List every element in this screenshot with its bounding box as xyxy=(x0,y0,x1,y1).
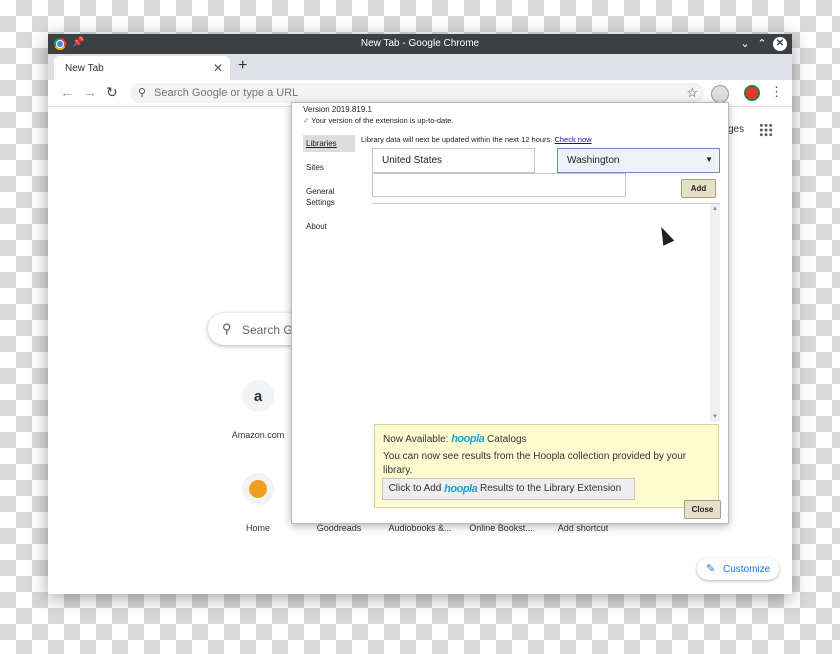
click-to-add-text: Click to Add xyxy=(388,483,442,494)
apps-grid-icon[interactable] xyxy=(759,123,773,137)
scroll-down-icon[interactable]: ▼ xyxy=(710,414,720,420)
minimize-icon[interactable]: ⌄ xyxy=(737,36,753,52)
home-icon xyxy=(242,473,274,505)
address-placeholder: Search Google or type a URL xyxy=(154,87,299,99)
library-input[interactable] xyxy=(372,173,626,197)
shortcut-label: Goodreads xyxy=(316,523,362,533)
reload-icon[interactable]: ↻ xyxy=(106,84,118,101)
back-icon[interactable]: ← xyxy=(60,84,74,100)
state-value: Washington xyxy=(567,155,620,166)
new-tab-button[interactable]: + xyxy=(238,57,247,75)
pencil-icon: ✎ xyxy=(706,563,716,575)
nav-libraries[interactable]: Libraries xyxy=(303,135,355,152)
menu-icon[interactable]: ⋮ xyxy=(770,84,783,100)
close-tab-icon[interactable]: ✕ xyxy=(213,61,223,75)
check-now-link[interactable]: Check now xyxy=(554,135,591,144)
update-status-text: Your version of the extension is up-to-d… xyxy=(311,116,454,125)
update-note-text: Library data will next be updated within… xyxy=(361,135,553,144)
click-to-add-hoopla-button[interactable]: Click to Add hoopla Results to the Libra… xyxy=(382,478,635,500)
library-list-scrollbar[interactable]: ▲ ▼ xyxy=(710,204,720,422)
state-select[interactable]: Washington ▼ xyxy=(557,148,720,173)
customize-label: Customize xyxy=(723,564,771,575)
add-shortcut[interactable]: Add shortcut xyxy=(548,523,618,533)
checkmark-icon: ✓ xyxy=(303,116,310,125)
hoopla-logo: hoopla xyxy=(451,433,485,445)
add-button[interactable]: Add xyxy=(681,179,716,198)
nav-general-settings[interactable]: General Settings xyxy=(303,183,355,211)
forward-icon[interactable]: → xyxy=(83,84,97,100)
close-button[interactable]: Close xyxy=(684,500,721,519)
shortcut-label: Amazon.com xyxy=(231,430,285,440)
now-available-text: Now Available: xyxy=(383,434,449,445)
country-value: United States xyxy=(382,155,443,166)
extension-icon[interactable] xyxy=(744,85,760,101)
update-status: ✓ Your version of the extension is up-to… xyxy=(303,116,454,125)
browser-window: 📌 New Tab - Google Chrome ⌄ ⌃ ✕ New Tab … xyxy=(48,34,792,594)
tab-new-tab[interactable]: New Tab ✕ xyxy=(54,56,230,80)
shortcut-amazon[interactable]: a Amazon.com xyxy=(223,380,293,440)
scroll-up-icon[interactable]: ▲ xyxy=(710,206,720,212)
amazon-icon: a xyxy=(242,380,274,412)
dropdown-caret-icon: ▼ xyxy=(705,155,713,164)
shortcut-audiobooks[interactable]: Audiobooks &... xyxy=(385,523,455,533)
window-title: New Tab - Google Chrome xyxy=(360,38,480,49)
close-window-button[interactable]: ✕ xyxy=(773,37,787,51)
search-icon: ⚲ xyxy=(138,87,147,99)
shortcut-label: Audiobooks &... xyxy=(388,523,452,533)
address-bar[interactable]: ⚲ Search Google or type a URL ☆ xyxy=(130,83,704,103)
shortcut-label: Online Bookst... xyxy=(469,523,533,533)
tab-label: New Tab xyxy=(65,63,104,74)
bookmark-star-icon[interactable]: ☆ xyxy=(686,85,698,101)
catalogs-text: Catalogs xyxy=(487,434,527,445)
shortcut-online-bookstore[interactable]: Online Bookst... xyxy=(466,523,536,533)
hoopla-logo: hoopla xyxy=(444,483,478,495)
customize-button[interactable]: ✎ Customize xyxy=(697,558,779,580)
hoopla-heading: Now Available: hoopla Catalogs xyxy=(383,433,527,445)
maximize-icon[interactable]: ⌃ xyxy=(754,36,770,52)
shortcut-label: Home xyxy=(245,523,270,533)
library-extension-icon[interactable] xyxy=(711,85,729,103)
shortcut-home[interactable]: Home xyxy=(223,473,293,533)
version-text: Version 2019.819.1 xyxy=(303,105,372,114)
tab-strip: New Tab ✕ + xyxy=(48,54,792,80)
results-text: Results to the Library Extension xyxy=(480,483,622,494)
update-note: Library data will next be updated within… xyxy=(361,135,592,144)
title-bar: 📌 New Tab - Google Chrome ⌄ ⌃ ✕ xyxy=(48,34,792,54)
hoopla-description: You can now see results from the Hoopla … xyxy=(383,451,687,476)
nav-about[interactable]: About xyxy=(303,218,355,235)
library-extension-popup: Version 2019.819.1 ✓ Your version of the… xyxy=(291,102,729,524)
shortcut-label: Add shortcut xyxy=(557,523,609,533)
shortcut-goodreads[interactable]: Goodreads xyxy=(304,523,374,533)
country-field[interactable]: United States xyxy=(372,148,535,173)
search-icon: ⚲ xyxy=(222,321,232,336)
images-link[interactable]: ges xyxy=(728,124,744,135)
hoopla-notice: Now Available: hoopla Catalogs You can n… xyxy=(374,424,719,508)
popup-sidebar: Libraries Sites General Settings About xyxy=(303,135,355,242)
nav-sites[interactable]: Sites xyxy=(303,159,355,176)
